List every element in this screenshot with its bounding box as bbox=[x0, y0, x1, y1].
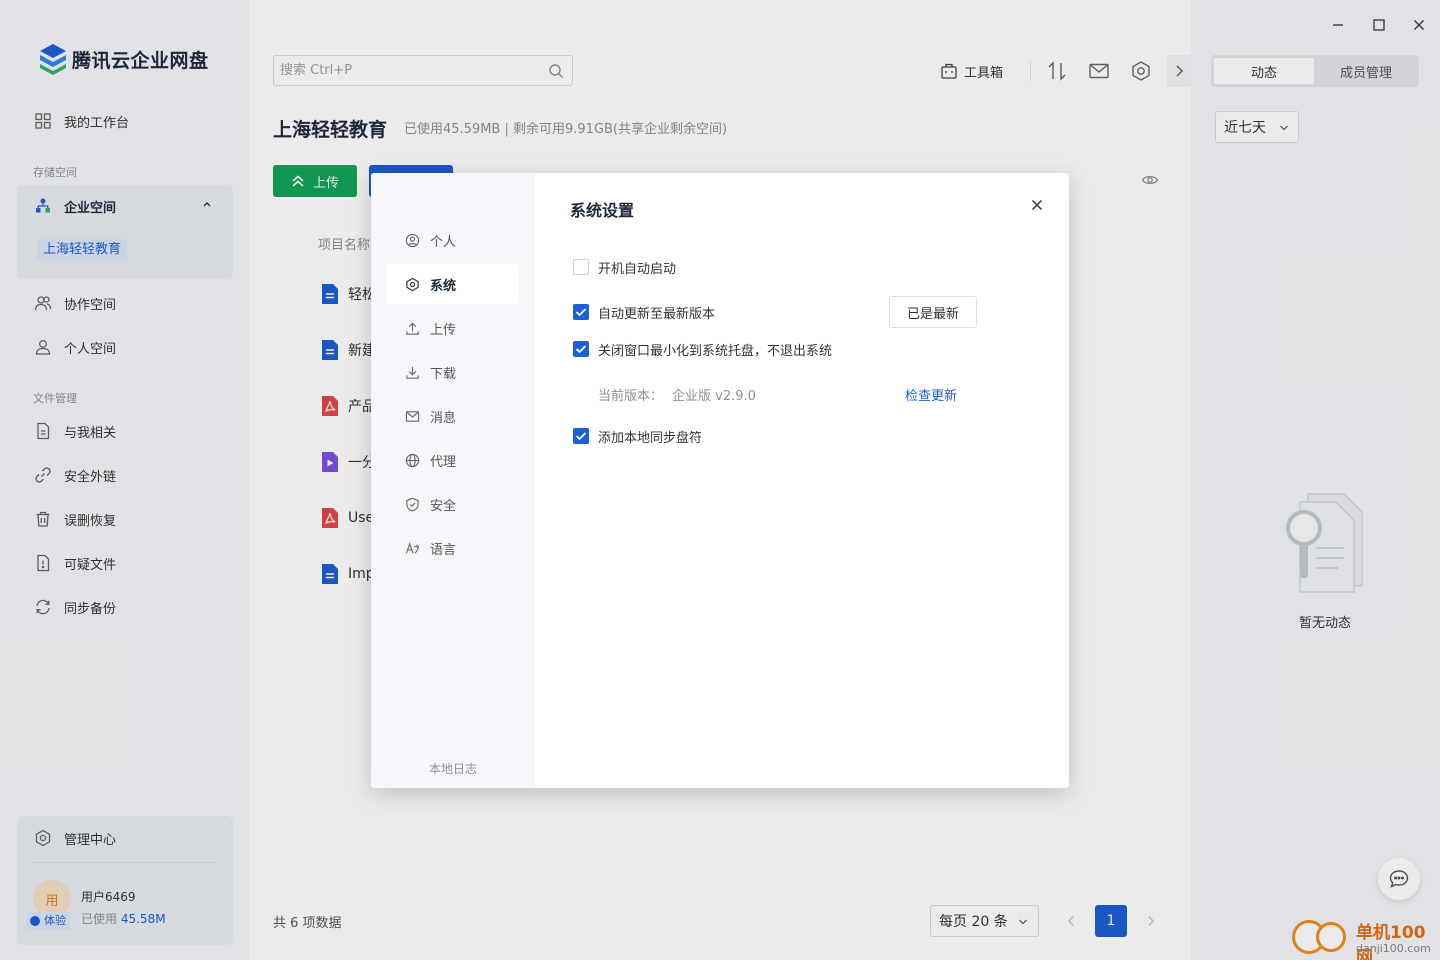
user-circle-icon bbox=[404, 232, 420, 248]
close-icon bbox=[1031, 199, 1043, 211]
settings-nav-label: 安全 bbox=[430, 498, 457, 514]
settings-nav-label: 上传 bbox=[430, 322, 457, 338]
check-icon bbox=[575, 308, 587, 317]
settings-nav: 个人 系统 上传 下载 消息 代理 安全 语言 本地日志 bbox=[371, 173, 535, 788]
settings-nav-security[interactable]: 安全 bbox=[387, 484, 519, 524]
upload-icon bbox=[404, 320, 420, 336]
settings-nav-label: 语言 bbox=[430, 542, 457, 558]
option-minimize-to-tray[interactable]: 关闭窗口最小化到系统托盘，不退出系统 bbox=[573, 339, 832, 359]
check-icon bbox=[575, 432, 587, 441]
local-log-link[interactable]: 本地日志 bbox=[371, 760, 535, 777]
settings-nav-label: 消息 bbox=[430, 410, 457, 426]
close-dialog-button[interactable] bbox=[1027, 195, 1047, 215]
option-label: 关闭窗口最小化到系统托盘，不退出系统 bbox=[598, 343, 833, 359]
settings-nav-system[interactable]: 系统 bbox=[387, 264, 519, 304]
settings-nav-language[interactable]: 语言 bbox=[387, 528, 519, 568]
settings-nav-label: 系统 bbox=[430, 278, 457, 294]
gear-icon bbox=[404, 276, 420, 292]
settings-nav-message[interactable]: 消息 bbox=[387, 396, 519, 436]
option-autoupdate[interactable]: 自动更新至最新版本 bbox=[573, 302, 715, 322]
minimize-checkbox[interactable] bbox=[573, 341, 589, 357]
translate-icon bbox=[404, 540, 420, 556]
settings-nav-label: 代理 bbox=[430, 454, 457, 470]
download-icon bbox=[404, 364, 420, 380]
up-to-date-button[interactable]: 已是最新 bbox=[889, 296, 977, 328]
version-label: 当前版本： bbox=[598, 389, 664, 404]
settings-nav-personal[interactable]: 个人 bbox=[387, 220, 519, 260]
option-label: 添加本地同步盘符 bbox=[598, 430, 703, 446]
option-label: 自动更新至最新版本 bbox=[598, 306, 716, 322]
option-label: 开机自动启动 bbox=[598, 261, 677, 277]
version-value: 企业版 v2.9.0 bbox=[672, 389, 756, 404]
autoupdate-checkbox[interactable] bbox=[573, 304, 589, 320]
option-sync-drive[interactable]: 添加本地同步盘符 bbox=[573, 426, 702, 446]
check-icon bbox=[575, 345, 587, 354]
mail-icon bbox=[404, 408, 420, 424]
settings-nav-download[interactable]: 下载 bbox=[387, 352, 519, 392]
settings-nav-proxy[interactable]: 代理 bbox=[387, 440, 519, 480]
system-settings-dialog: 个人 系统 上传 下载 消息 代理 安全 语言 本地日志 系统设置 开机自动启动… bbox=[371, 173, 1069, 788]
settings-nav-label: 下载 bbox=[430, 366, 457, 382]
sync-drive-checkbox[interactable] bbox=[573, 428, 589, 444]
autostart-checkbox[interactable] bbox=[573, 259, 589, 275]
dialog-title: 系统设置 bbox=[570, 201, 635, 220]
shield-icon bbox=[404, 496, 420, 512]
settings-nav-label: 个人 bbox=[430, 234, 457, 250]
globe-icon bbox=[404, 452, 420, 468]
settings-nav-upload[interactable]: 上传 bbox=[387, 308, 519, 348]
option-autostart[interactable]: 开机自动启动 bbox=[573, 257, 676, 277]
check-update-link[interactable]: 检查更新 bbox=[905, 385, 957, 404]
